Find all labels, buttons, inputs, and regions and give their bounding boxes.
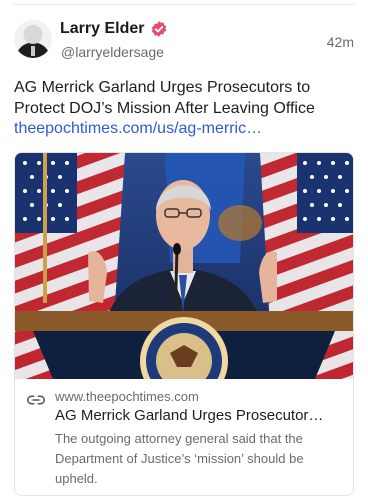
preview-description-line: The outgoing attorney general said that …	[55, 431, 303, 446]
top-divider	[14, 4, 354, 5]
preview-title[interactable]: AG Merrick Garland Urges Prosecutor…	[55, 407, 343, 424]
post-link[interactable]: theepochtimes.com/us/ag-merric…	[14, 120, 262, 138]
link-chain-icon	[27, 395, 45, 405]
author-row: Larry Elder	[60, 20, 168, 38]
avatar[interactable]	[14, 20, 52, 58]
avatar-tie	[31, 46, 35, 56]
post-text: AG Merrick Garland Urges Prosecutors to …	[14, 77, 354, 119]
post-text-line: Protect DOJ’s Mission After Leaving Offi…	[14, 100, 315, 117]
preview-image	[15, 153, 353, 379]
preview-site: www.theepochtimes.com	[55, 389, 199, 404]
author-name[interactable]: Larry Elder	[60, 20, 144, 38]
preview-description-line: upheld.	[55, 471, 98, 486]
post-text-line: AG Merrick Garland Urges Prosecutors to	[14, 79, 311, 96]
preview-meta: www.theepochtimes.com AG Merrick Garland…	[15, 379, 353, 495]
author-handle[interactable]: @larryeldersage	[61, 44, 164, 60]
preview-description: The outgoing attorney general said that …	[55, 429, 347, 489]
post-time: 42m	[326, 34, 354, 50]
preview-description-line: Department of Justice’s ‘mission’ should…	[55, 451, 304, 466]
preview-image-illustration	[15, 153, 353, 379]
link-preview-card[interactable]: www.theepochtimes.com AG Merrick Garland…	[14, 152, 354, 496]
verified-badge-icon	[152, 21, 167, 37]
